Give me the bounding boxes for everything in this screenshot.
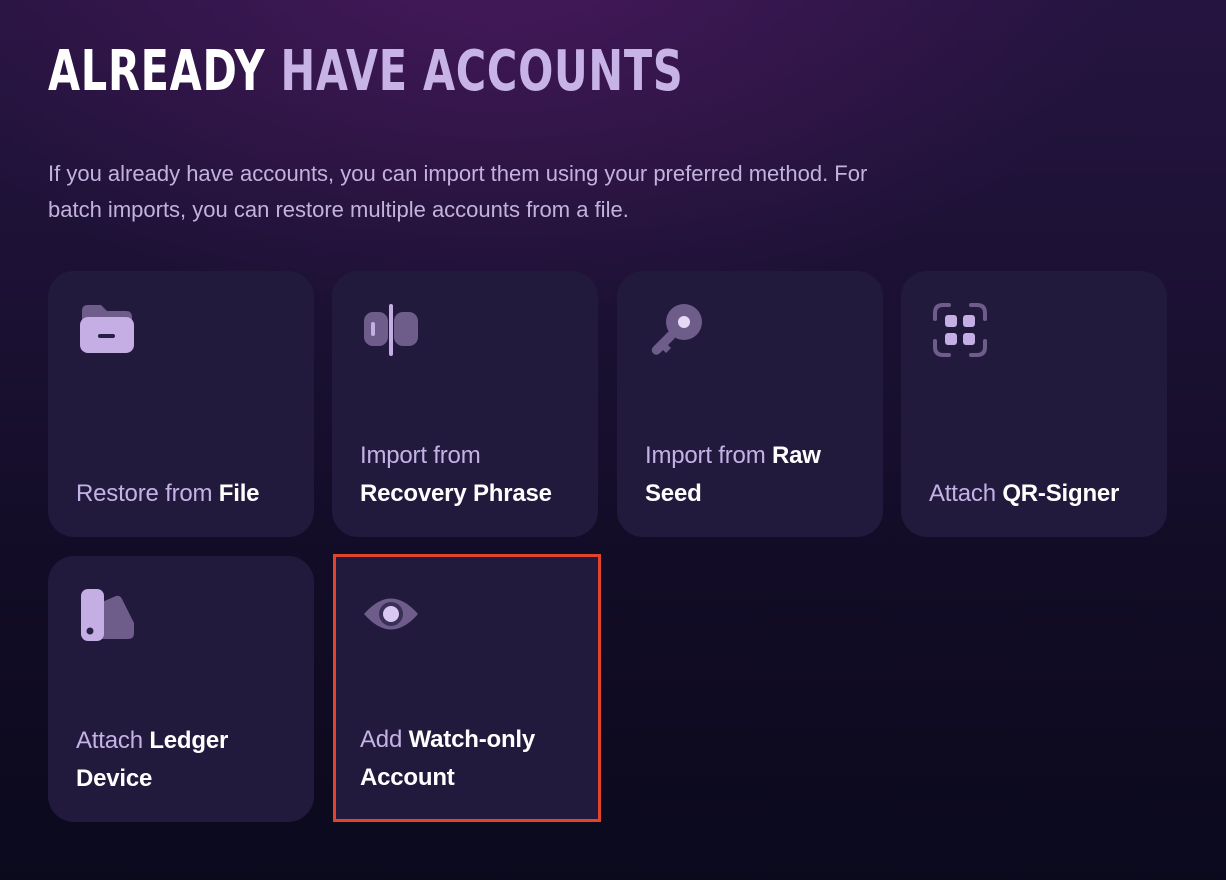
page-description: If you already have accounts, you can im… [48,161,868,222]
eye-icon [362,585,420,643]
card-label: Import from Recovery Phrase [360,442,552,507]
import-raw-seed-card[interactable]: Import from Raw Seed [617,271,883,537]
page-title: ALREADY HAVE ACCOUNTS [48,36,683,108]
add-watch-only-account-card[interactable]: Add Watch-only Account [333,554,601,822]
card-label: Add Watch-only Account [360,726,536,791]
attach-qr-signer-card[interactable]: Attach QR-Signer [901,271,1167,537]
card-label: Restore from File [76,480,260,507]
ledger-device-icon [78,586,136,644]
restore-from-file-card[interactable]: Restore from File [48,271,314,537]
card-label: Attach QR-Signer [929,480,1120,507]
recovery-phrase-icon [362,301,420,359]
folder-icon [78,301,136,359]
page-title-part1: ALREADY [48,39,266,104]
qr-scan-icon [931,301,989,359]
card-label: Import from Raw Seed [645,442,821,507]
import-recovery-phrase-card[interactable]: Import from Recovery Phrase [332,271,598,537]
attach-ledger-device-card[interactable]: Attach Ledger Device [48,556,314,822]
key-icon [647,301,705,359]
card-label: Attach Ledger Device [76,727,229,792]
page-title-part2: HAVE ACCOUNTS [280,39,684,104]
